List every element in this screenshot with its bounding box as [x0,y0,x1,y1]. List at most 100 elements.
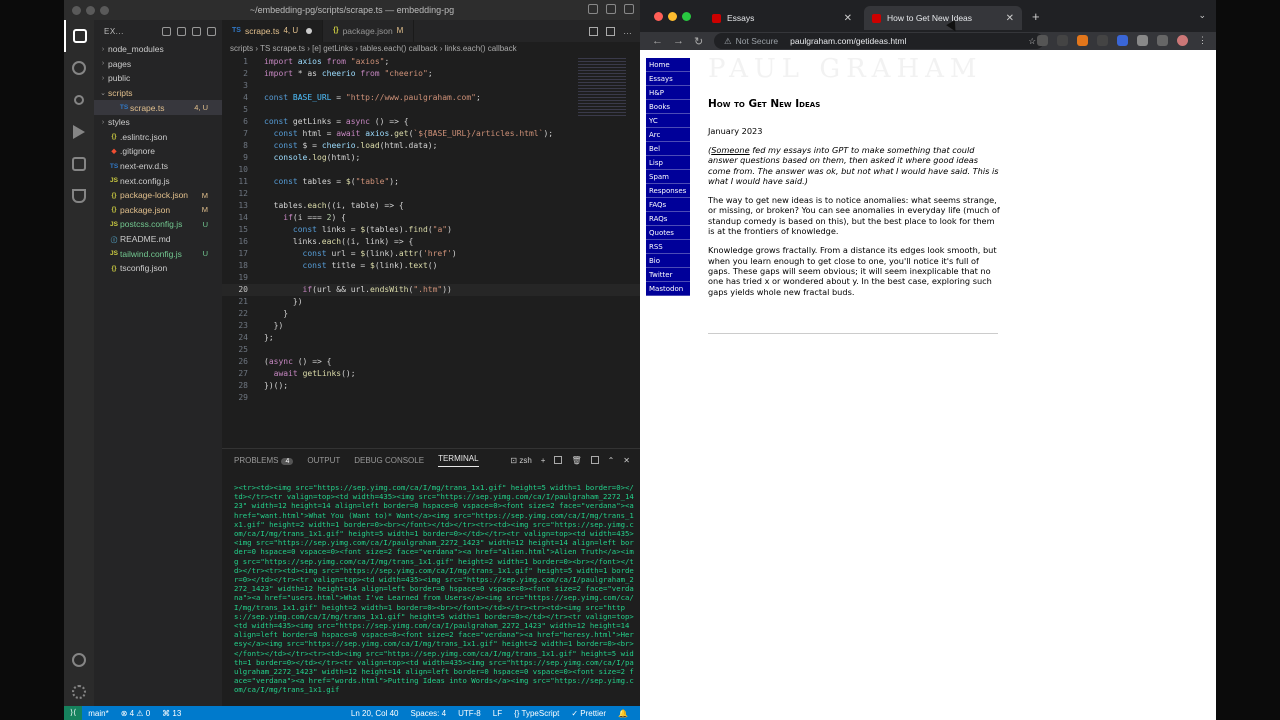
forward-icon[interactable]: → [673,35,684,47]
maximize-dot[interactable] [100,6,109,15]
encoding[interactable]: UTF-8 [458,709,481,718]
code-line[interactable]: 7 const html = await axios.get(`${BASE_U… [222,128,640,140]
cursor-position[interactable]: Ln 20, Col 40 [351,709,399,718]
split-editor-icon[interactable] [606,26,615,36]
tab-scrape-ts[interactable]: TS scrape.ts 4, U [222,20,324,42]
breadcrumb[interactable]: scripts › TS scrape.ts › [e] getLinks › … [222,42,640,56]
security-indicator[interactable]: Not Secure [736,36,779,46]
site-nav-item[interactable]: Essays [646,72,690,86]
close-tab-icon[interactable]: ✕ [1006,13,1014,24]
more-actions-icon[interactable]: … [623,26,632,36]
tab-terminal[interactable]: TERMINAL [438,454,479,467]
bookmark-star-icon[interactable]: ☆ [1028,36,1036,47]
maximize-panel-icon[interactable] [590,456,599,464]
site-nav-item[interactable]: Arc [646,128,690,142]
terminal-shell-icon[interactable]: ⊡ zsh [510,456,531,465]
search-icon[interactable] [64,52,94,84]
testing-icon[interactable] [64,180,94,212]
prettier-status[interactable]: ✓ Prettier [571,709,606,718]
minimize-window-dot[interactable] [668,12,677,21]
file-tree-item[interactable]: {} tsconfig.json [94,261,222,276]
file-tree-item[interactable]: ◆ .gitignore [94,144,222,159]
site-nav-item[interactable]: YC [646,114,690,128]
extension-icon[interactable] [1057,35,1068,46]
code-line[interactable]: 6 const getLinks = async () => { [222,116,640,128]
notifications-icon[interactable]: 🔔 [618,709,628,718]
close-dot[interactable] [72,6,81,15]
code-line[interactable]: 29 [222,392,640,404]
line-number[interactable]: 24 [222,332,248,344]
line-number[interactable]: 11 [222,176,248,188]
toggle-sidebar-icon[interactable] [588,4,598,14]
file-tree-item[interactable]: › styles [94,115,222,130]
warning-icon[interactable]: ⚠ [724,36,732,47]
menu-dots-icon[interactable]: ⋮ [1197,35,1208,46]
extensions-icon[interactable] [64,148,94,180]
code-line[interactable]: 26 (async () => { [222,356,640,368]
chevron-up-icon[interactable]: ⌃ [608,456,615,465]
tab-debug-console[interactable]: DEBUG CONSOLE [354,456,424,465]
code-line[interactable]: 14 if(i === 2) { [222,212,640,224]
site-nav-item[interactable]: RAQs [646,212,690,226]
site-nav-item[interactable]: Spam [646,170,690,184]
tab-output[interactable]: OUTPUT [307,456,340,465]
site-nav-item[interactable]: Bel [646,142,690,156]
line-number[interactable]: 9 [222,152,248,164]
line-number[interactable]: 13 [222,200,248,212]
close-window-dot[interactable] [654,12,663,21]
file-tree-item[interactable]: JS tailwind.config.js U [94,246,222,261]
puzzle-icon[interactable] [1137,35,1148,46]
metamask-icon[interactable] [1077,35,1088,46]
line-number[interactable]: 18 [222,260,248,272]
file-tree-item[interactable]: TS next-env.d.ts [94,159,222,174]
eol[interactable]: LF [493,709,502,718]
line-number[interactable]: 27 [222,368,248,380]
site-nav-item[interactable]: Mastodon [646,282,690,296]
site-nav-item[interactable]: Lisp [646,156,690,170]
code-line[interactable]: 9 console.log(html); [222,152,640,164]
profile-avatar[interactable] [1177,35,1188,46]
site-nav-item[interactable]: FAQs [646,198,690,212]
code-line[interactable]: 19 [222,272,640,284]
code-line[interactable]: 8 const $ = cheerio.load(html.data); [222,140,640,152]
code-line[interactable]: 15 const links = $(tables).find("a") [222,224,640,236]
indentation[interactable]: Spaces: 4 [411,709,447,718]
line-number[interactable]: 10 [222,164,248,176]
reload-icon[interactable]: ↻ [694,35,703,48]
file-tree-item[interactable]: JS next.config.js [94,173,222,188]
line-number[interactable]: 21 [222,296,248,308]
file-tree-item[interactable]: {} package.json M [94,203,222,218]
explorer-icon[interactable] [64,20,94,52]
account-icon[interactable] [64,644,94,676]
site-nav-item[interactable]: RSS [646,240,690,254]
site-nav-item[interactable]: Responses [646,184,690,198]
code-line[interactable]: 25 [222,344,640,356]
site-nav-item[interactable]: H&P [646,86,690,100]
zoom-window-dot[interactable] [682,12,691,21]
code-line[interactable]: 22 } [222,308,640,320]
tab-problems[interactable]: PROBLEMS 4 [234,456,294,465]
line-number[interactable]: 15 [222,224,248,236]
extension-icon[interactable] [1037,35,1048,46]
code-line[interactable]: 21 }) [222,296,640,308]
site-nav-item[interactable]: Books [646,100,690,114]
someone-link[interactable]: Someone [711,145,749,155]
line-number[interactable]: 1 [222,56,248,68]
code-line[interactable]: 18 const title = $(link).text() [222,260,640,272]
file-tree-item[interactable]: › node_modules [94,42,222,57]
site-nav-item[interactable]: Bio [646,254,690,268]
new-file-icon[interactable] [162,26,171,36]
line-number[interactable]: 25 [222,344,248,356]
close-tab-icon[interactable]: ✕ [844,13,852,24]
file-tree-item[interactable]: › pages [94,57,222,72]
file-tree-item[interactable]: {} package-lock.json M [94,188,222,203]
file-tree-item[interactable]: {} .eslintrc.json [94,130,222,145]
tab-package-json[interactable]: {} package.json M [323,20,415,42]
new-folder-icon[interactable] [177,26,186,36]
file-tree-item[interactable]: ⌄ scripts [94,86,222,101]
new-terminal-icon[interactable]: + [541,456,546,465]
problems-status[interactable]: ⊗ 4 ⚠ 0 [121,709,150,718]
close-panel-icon[interactable]: ✕ [623,456,630,465]
line-number[interactable]: 19 [222,272,248,284]
browser-tab-getideas[interactable]: How to Get New Ideas ✕ [864,6,1022,30]
